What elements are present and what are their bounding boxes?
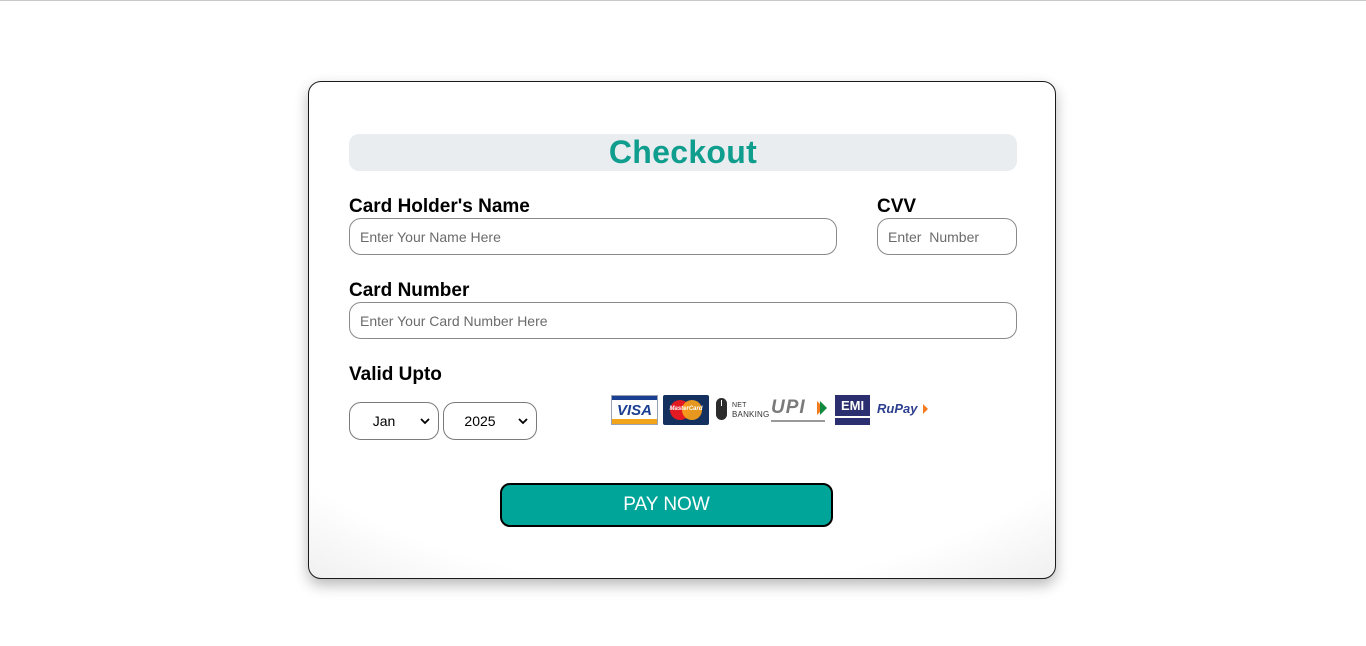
rupay-logo-text: RuPay [877,401,918,416]
month-select[interactable]: Jan [349,402,439,440]
upi-logo: UPI [771,395,827,425]
pay-now-button[interactable]: PAY NOW [500,483,833,527]
chevron-down-icon [420,418,430,425]
visa-logo: VISA [611,395,658,425]
page-title: Checkout [608,134,758,170]
upi-logo-text: UPI [771,397,806,418]
year-select[interactable]: 2025 [443,402,537,440]
mastercard-logo-text: MasterCard [669,406,703,412]
card-holder-label: Card Holder's Name [349,196,530,217]
netbanking-logo-text-1: NET [732,402,747,409]
chevron-down-icon [518,418,528,425]
year-select-value: 2025 [464,413,496,429]
card-number-input[interactable] [349,302,1017,339]
title-bar: Checkout [349,134,1017,171]
emi-logo: EMI [835,395,870,425]
netbanking-logo-text-2: BANKING [732,410,770,419]
checkout-card: Checkout Card Holder's Name CVV Card Num… [308,81,1056,579]
cvv-label: CVV [877,196,917,217]
valid-upto-label: Valid Upto [349,364,442,385]
netbanking-logo: NET BANKING [715,395,769,425]
cvv-input[interactable] [877,218,1017,255]
top-divider [0,0,1366,1]
visa-logo-text: VISA [616,402,652,419]
card-holder-input[interactable] [349,218,837,255]
emi-logo-text: EMI [840,398,865,413]
rupay-logo: RuPay [877,395,931,425]
month-select-value: Jan [372,413,396,429]
mouse-icon [716,398,727,420]
card-number-label: Card Number [349,280,470,301]
mastercard-logo: MasterCard [663,395,709,425]
